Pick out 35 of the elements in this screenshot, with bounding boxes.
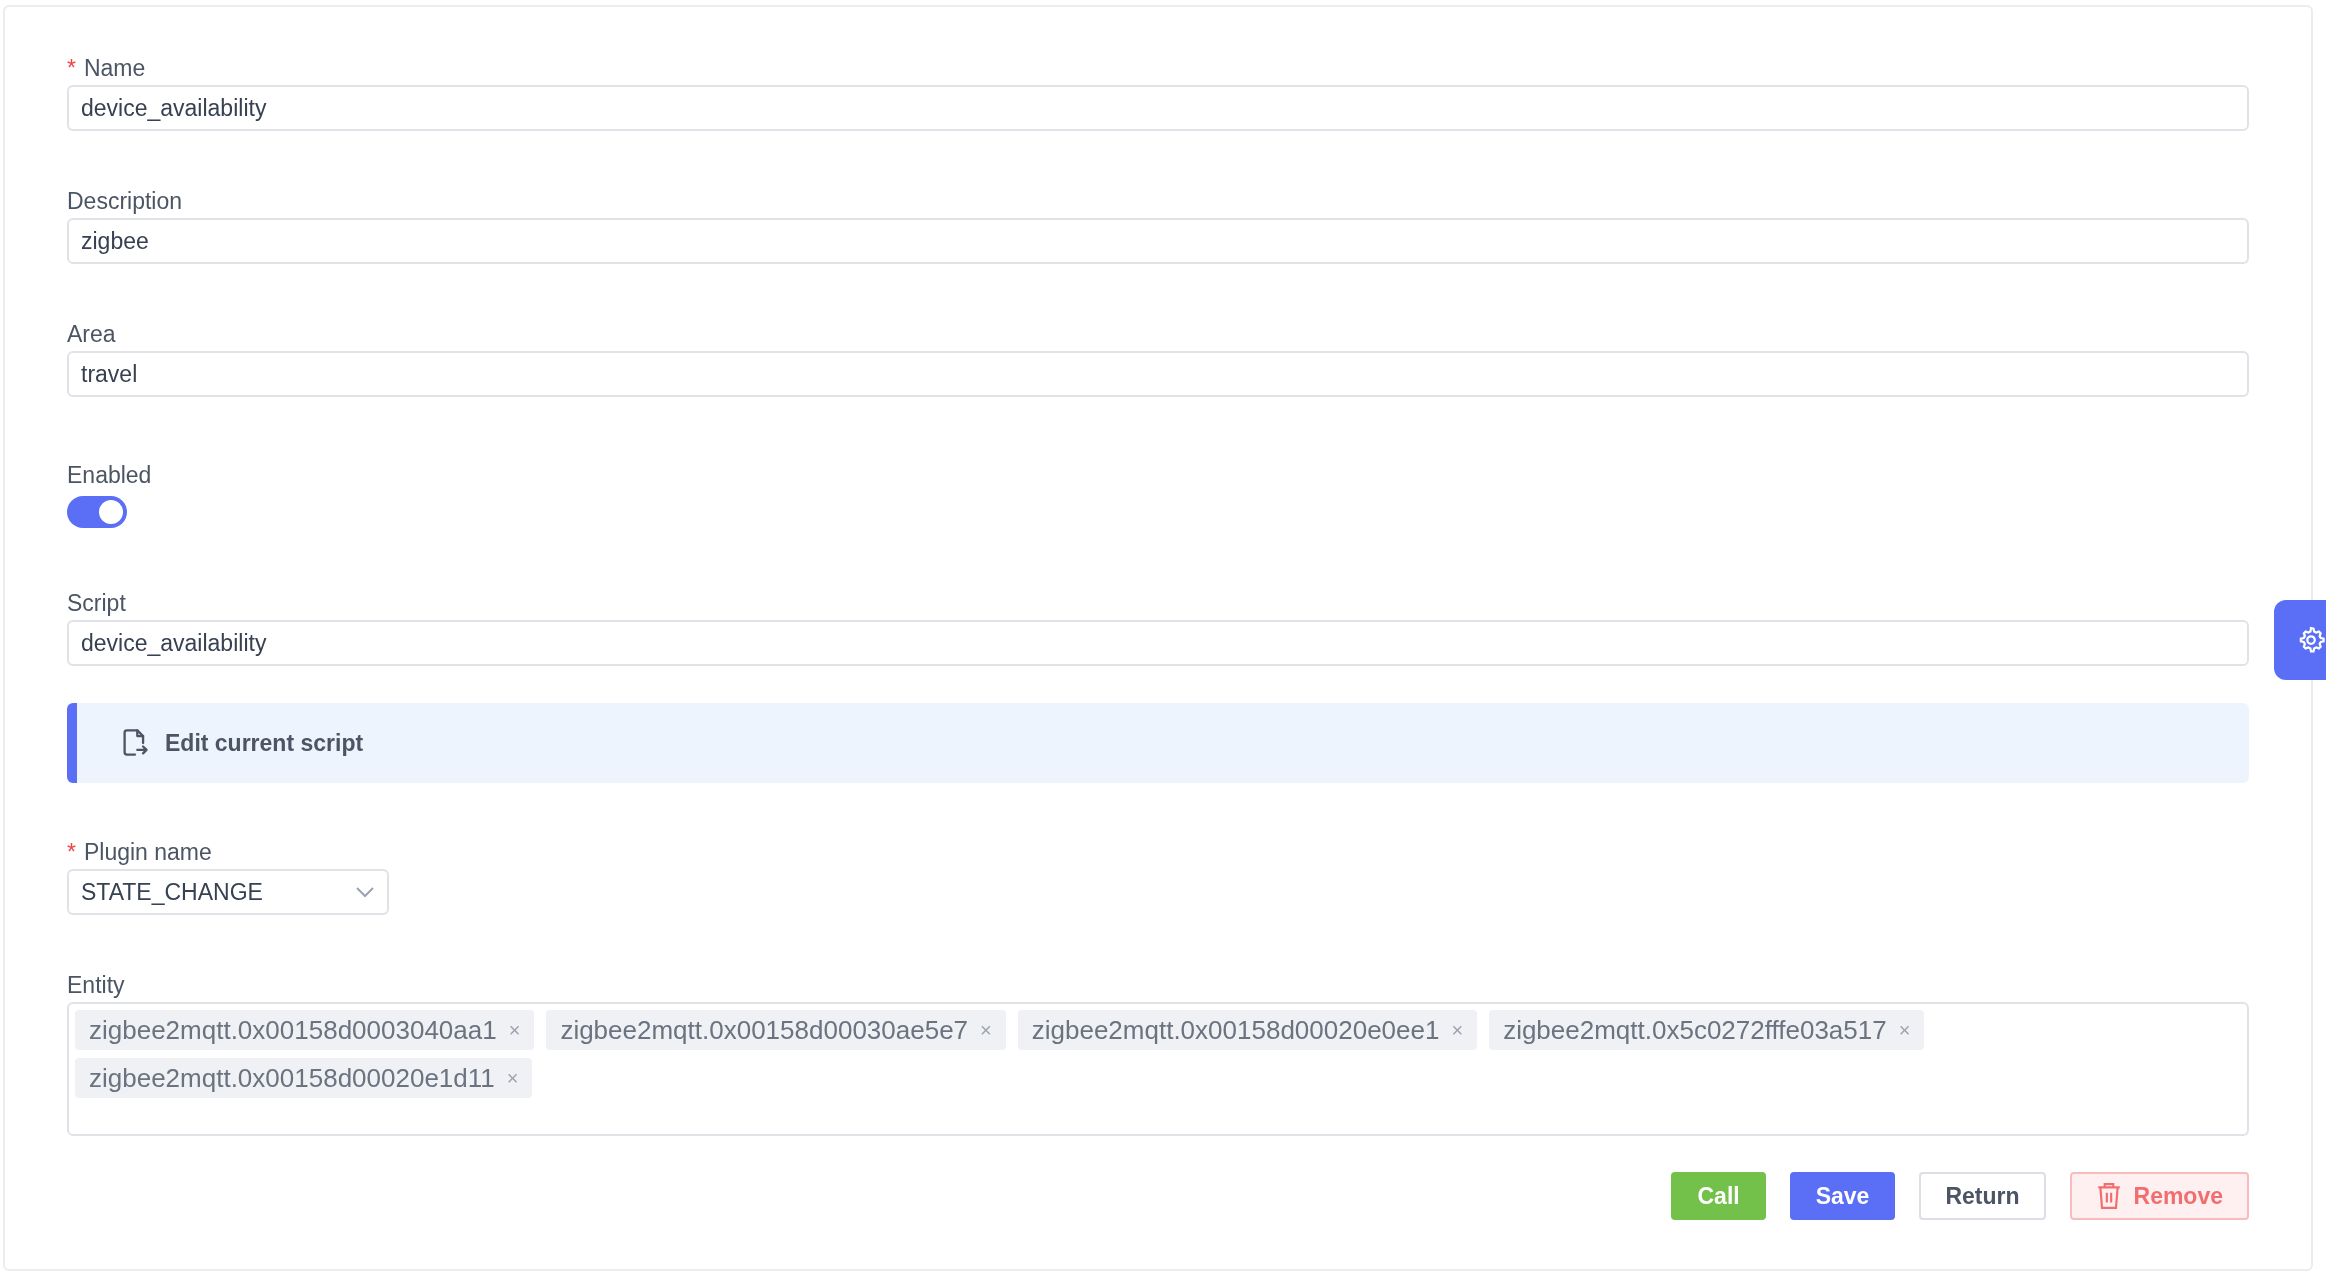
tag-label: zigbee2mqtt.0x00158d0003040aa1 — [89, 1013, 497, 1047]
trash-icon — [2095, 1182, 2122, 1210]
tag-remove-button[interactable]: × — [1898, 1015, 1911, 1045]
tag-label: zigbee2mqtt.0x00158d00030ae5e7 — [560, 1013, 969, 1047]
plugin-select[interactable]: STATE_CHANGE — [67, 869, 389, 915]
tag-remove-button[interactable]: × — [506, 1063, 519, 1093]
file-export-icon — [121, 728, 149, 758]
text-field[interactable]: device_availability — [67, 85, 2249, 131]
settings-tab[interactable] — [2274, 600, 2326, 680]
toggle-switch[interactable] — [67, 496, 127, 528]
text-field[interactable]: travel — [67, 351, 2249, 397]
field-label: Area — [67, 321, 116, 347]
action-button[interactable]: Remove — [2069, 1172, 2249, 1220]
tag-remove-button[interactable]: × — [508, 1015, 521, 1045]
tag-label: zigbee2mqtt.0x00158d00020e1d11 — [89, 1061, 495, 1095]
text-field[interactable]: zigbee — [67, 218, 2249, 264]
field-label: Name — [83, 55, 146, 81]
edit-script-link[interactable]: Edit current script — [67, 703, 2249, 783]
action-button[interactable]: Call — [1671, 1172, 1766, 1220]
action-button[interactable]: Save — [1789, 1172, 1896, 1220]
tag-remove-button[interactable]: × — [1451, 1015, 1464, 1045]
text-field[interactable]: device_availability — [67, 620, 2249, 666]
field-label: Script — [67, 590, 126, 616]
chevron-down-icon — [355, 886, 375, 898]
field-label: Enabled — [67, 462, 152, 488]
field-label: Entity — [67, 972, 125, 998]
field-label: Plugin name — [83, 839, 212, 865]
action-button[interactable]: Return — [1919, 1172, 2046, 1220]
entity-tag-field[interactable]: zigbee2mqtt.0x00158d0003040aa1 × zigbee2mqtt.0x00158d00030ae5e7 × zigbee2mqtt.0x00158d00020e0ee1 × zigbee2mqtt.0x5c0272fffe03a517 × zigbee2mqtt.0x00158d00020e1d11 × — [67, 1002, 2249, 1136]
field-label: Description — [67, 188, 183, 214]
required-mark: * — [67, 839, 76, 865]
required-mark: * — [67, 55, 76, 81]
tag-label: zigbee2mqtt.0x00158d00020e0ee1 — [1031, 1013, 1440, 1047]
tag-remove-button[interactable]: × — [980, 1015, 992, 1045]
tag-label: zigbee2mqtt.0x5c0272fffe03a517 — [1503, 1013, 1887, 1047]
